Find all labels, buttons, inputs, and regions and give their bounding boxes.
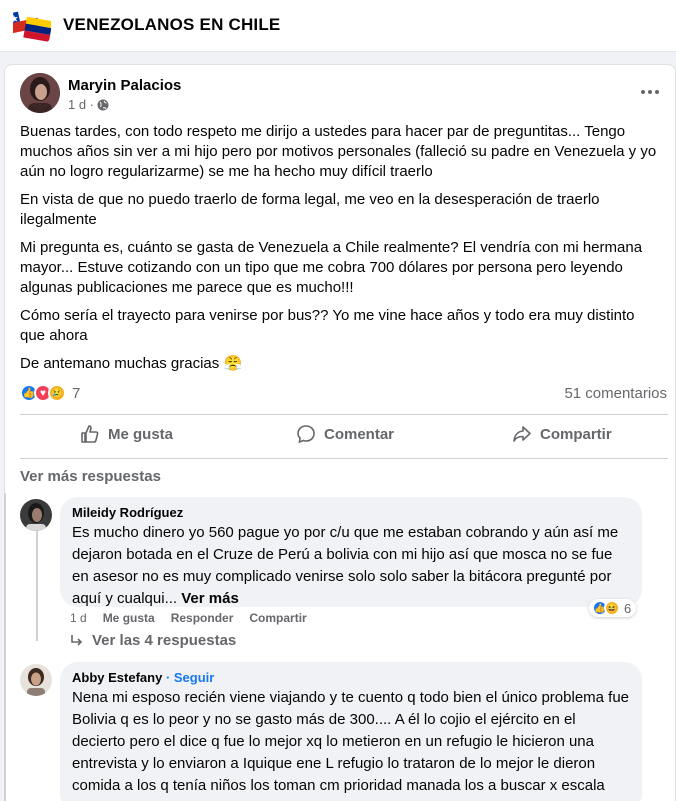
comment-reply-button[interactable]: Responder [171,611,234,625]
group-title[interactable]: VENEZOLANOS EN CHILE [63,15,280,35]
share-icon [513,426,531,442]
post-paragraph: En vista de que no puedo traerlo de form… [20,191,600,228]
thread-line [36,531,38,641]
divider [20,414,668,415]
globe-icon [97,99,109,110]
comment-share-button[interactable]: Compartir [249,611,306,625]
comment-text: Nena mi esposo recién viene viajando y t… [72,689,630,801]
post-paragraph: Cómo sería el trayecto para venirse por … [20,307,635,344]
reaction-count: 7 [72,384,81,402]
author-avatar[interactable] [20,73,60,113]
divider [20,458,668,459]
share-label: Compartir [540,425,612,443]
comment-label: Comentar [324,425,395,443]
comment-actions: 1 d Me gusta Responder Compartir [70,611,307,625]
commenter-header: Abby Estefany · Seguir [72,670,630,685]
follow-button[interactable]: · Seguir [166,670,214,685]
post-paragraph: De antemano muchas gracias 😤 [20,355,243,372]
sad-reaction-icon: 😢 [48,384,66,402]
view-replies-label: Ver las 4 respuestas [92,632,237,649]
comment-reaction-badge[interactable]: 👍 😆 6 [589,599,637,617]
laugh-reaction-icon: 😆 [604,600,620,616]
author-name[interactable]: Maryin Palacios [68,77,181,94]
comment-like-button[interactable]: Me gusta [103,611,155,625]
like-label: Me gusta [108,425,174,443]
post-time[interactable]: 1 d · [68,97,94,112]
comment-icon [297,425,315,444]
share-button[interactable]: Compartir [512,424,612,444]
post-paragraph: Mi pregunta es, cuánto se gasta de Venez… [20,239,643,296]
reaction-summary[interactable]: 👍 ♥ 😢 7 [20,384,80,402]
comment-bubble: Abby Estefany · Seguir Nena mi esposo re… [60,662,642,801]
commenter-name[interactable]: Mileidy Rodríguez [72,505,630,520]
comments-count[interactable]: 51 comentarios [564,385,667,402]
comment-bubble: Mileidy Rodríguez Es mucho dinero yo 560… [60,497,642,607]
commenter-avatar[interactable] [20,499,52,531]
comment-time[interactable]: 1 d [70,611,87,625]
group-avatar-flag[interactable] [13,7,51,43]
see-more-link[interactable]: Ver más [181,590,239,607]
commenter-avatar[interactable] [20,664,52,696]
comment-text: Es mucho dinero yo 560 pague yo por c/u … [72,522,630,610]
reply-arrow-icon [71,634,83,646]
thread-line [4,493,6,801]
comment-reaction-count: 6 [624,600,632,616]
see-more-replies-link[interactable]: Ver más respuestas [20,468,161,485]
group-header: VENEZOLANOS EN CHILE [0,0,676,52]
commenter-name[interactable]: Abby Estefany [72,670,162,685]
like-button[interactable]: Me gusta [80,424,173,444]
more-options-icon[interactable] [636,82,664,102]
comment-button[interactable]: Comentar [296,424,394,444]
view-replies-link[interactable]: Ver las 4 respuestas [70,632,236,649]
post-meta: 1 d · [68,97,109,112]
thumbs-up-icon [81,425,99,443]
post-paragraph: Buenas tardes, con todo respeto me dirij… [20,123,657,180]
comment-body: Es mucho dinero yo 560 pague yo por c/u … [72,524,619,607]
post-body: Buenas tardes, con todo respeto me dirij… [20,122,660,382]
